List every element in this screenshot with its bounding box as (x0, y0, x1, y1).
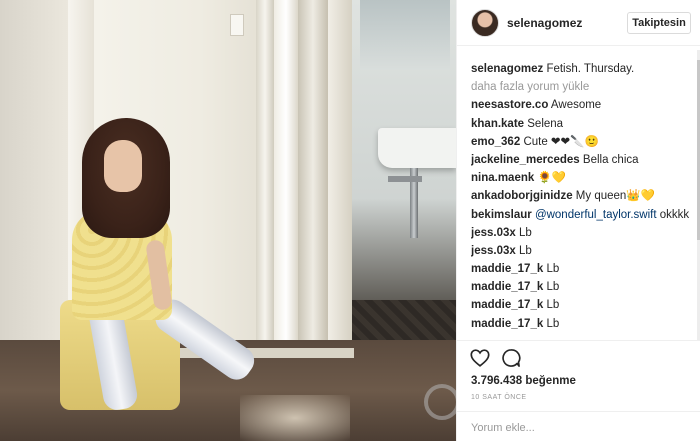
comment-username[interactable]: maddie_17_k (471, 263, 543, 275)
caption-username[interactable]: selenagomez (471, 63, 543, 75)
load-more-comments-link[interactable]: daha fazla yorum yükle (471, 78, 695, 96)
comment-text: Lb (546, 263, 560, 276)
comment-text: My queen👑💛 (575, 190, 655, 203)
comment-username[interactable]: ankadoborjginidze (471, 190, 573, 202)
comment-text: okkkk (659, 208, 690, 221)
comment-username[interactable]: neesastore.co (471, 99, 548, 111)
comment-item: nina.maenk 🌻💛 (471, 169, 695, 187)
comment-item: khan.kate Selena (471, 115, 695, 133)
comment-text: 🌻💛 (537, 172, 567, 185)
add-comment-bar (457, 411, 700, 441)
comment-item: emo_362 Cute ❤❤🔪🙂 (471, 133, 695, 151)
comment-item: ankadoborjginidze My queen👑💛 (471, 187, 695, 205)
comment-text: Awesome (550, 99, 602, 112)
comment-text: Lb (546, 281, 560, 294)
comment-text: Lb (518, 226, 532, 239)
comment-text: Selena (527, 117, 564, 130)
photo-door-frame (256, 0, 274, 366)
avatar[interactable] (471, 9, 499, 37)
photo-bathroom-window (360, 0, 450, 70)
comment-item: maddie_17_k Lb (471, 315, 695, 333)
speech-bubble-icon[interactable] (500, 347, 522, 369)
like-count[interactable]: 3.796.438 beğenme (471, 375, 576, 387)
photo-person-face (104, 140, 142, 192)
post-photo[interactable] (0, 0, 456, 441)
comment-text: Lb (546, 299, 560, 312)
caption-text: Fetish. Thursday. (546, 63, 635, 75)
photo-light-switch (230, 14, 244, 36)
post-username[interactable]: selenagomez (507, 16, 582, 30)
photo-door-frame (298, 0, 328, 375)
comment-username[interactable]: maddie_17_k (471, 299, 543, 311)
comment-text: Cute ❤❤🔪🙂 (523, 135, 599, 148)
comment-username[interactable]: nina.maenk (471, 172, 534, 184)
comment-item: jess.03x Lb (471, 242, 695, 260)
photo-pipe (388, 176, 422, 182)
comment-item: jess.03x Lb (471, 224, 695, 242)
comment-username[interactable]: emo_362 (471, 136, 520, 148)
caption: selenagomez Fetish. Thursday. (471, 60, 695, 78)
comment-username[interactable]: maddie_17_k (471, 318, 543, 330)
comment-username[interactable]: bekimslaur (471, 209, 532, 221)
post-timestamp: 10 SAAT ÖNCE (471, 394, 527, 401)
photo-door-frame (328, 0, 352, 380)
comment-item: maddie_17_k Lb (471, 296, 695, 314)
comment-item: bekimslaur @wonderful_taylor.swift okkkk (471, 206, 695, 224)
comment-username[interactable]: jackeline_mercedes (471, 154, 580, 166)
comment-text: Bella chica (582, 153, 639, 166)
comment-mention-link[interactable]: @wonderful_taylor.swift (535, 209, 657, 221)
comment-username[interactable]: maddie_17_k (471, 281, 543, 293)
comment-username[interactable]: jess.03x (471, 227, 516, 239)
comment-item: maddie_17_k Lb (471, 278, 695, 296)
heart-icon[interactable] (469, 347, 491, 369)
comment-text: Lb (518, 244, 532, 257)
comment-username[interactable]: khan.kate (471, 118, 524, 130)
post-side-panel: selenagomez Takiptesin selenagomez Fetis… (456, 0, 700, 441)
photo-sink (378, 128, 456, 168)
comment-item: jackeline_mercedes Bella chica (471, 151, 695, 169)
comment-text: Lb (546, 317, 560, 330)
post-header: selenagomez Takiptesin (457, 0, 700, 46)
add-comment-input[interactable] (471, 420, 681, 436)
watermark-logo (424, 384, 456, 420)
comment-item: maddie_17_k Lb (471, 260, 695, 278)
comment-list: selenagomez Fetish. Thursday. daha fazla… (471, 60, 695, 333)
post-actions: 3.796.438 beğenme 10 SAAT ÖNCE (457, 340, 700, 441)
comment-item: neesastore.co Awesome (471, 96, 695, 114)
photo-door-frame (274, 0, 298, 370)
comment-username[interactable]: jess.03x (471, 245, 516, 257)
photo-light-patch (240, 395, 350, 441)
follow-button[interactable]: Takiptesin (627, 12, 691, 34)
